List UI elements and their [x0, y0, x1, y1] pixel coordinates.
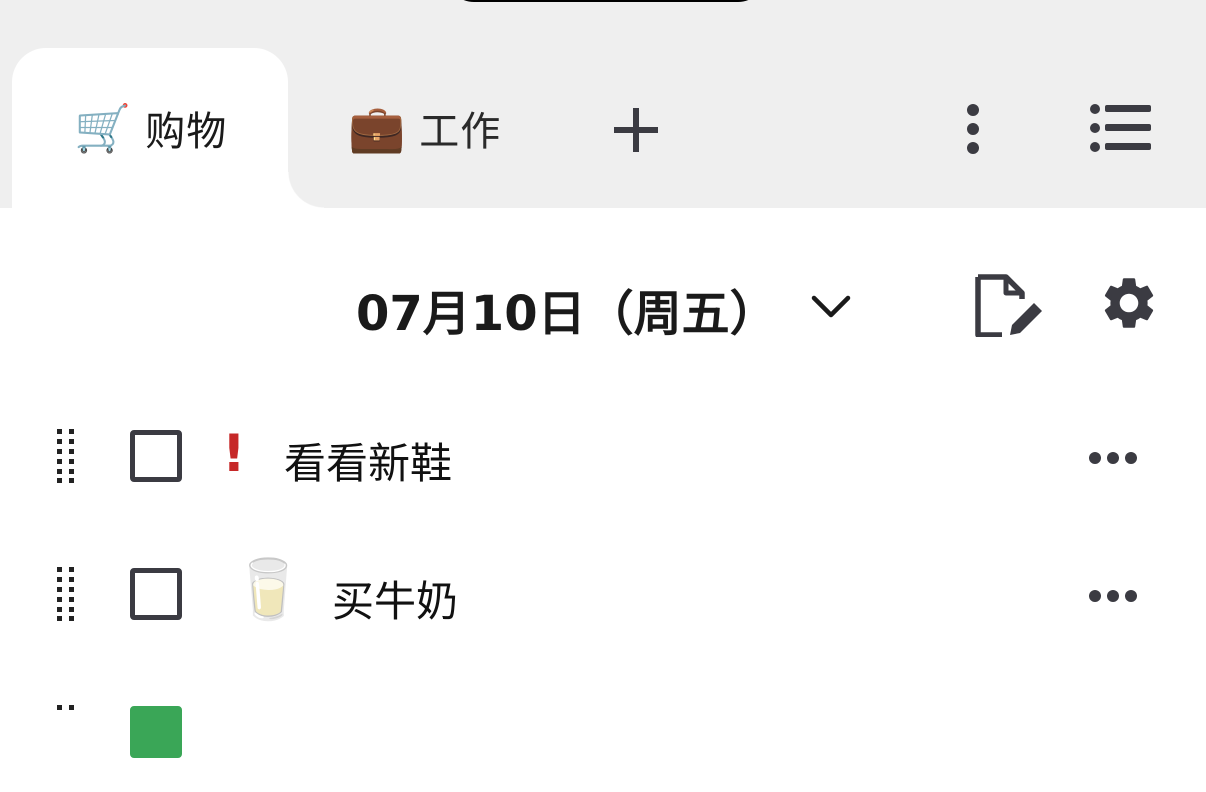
settings-button[interactable] — [1094, 268, 1164, 338]
date-label[interactable]: 07月10日（周五） — [356, 274, 778, 344]
device-notch — [446, 0, 766, 2]
task-row: 🥛 买牛奶 — [0, 534, 1206, 654]
date-dropdown-button[interactable] — [808, 284, 854, 330]
task-checkbox[interactable] — [130, 706, 182, 758]
more-vertical-icon — [967, 104, 979, 154]
more-horizontal-icon[interactable] — [1088, 448, 1138, 468]
list-view-button[interactable] — [1086, 100, 1154, 156]
tab-label: 工作 — [419, 109, 502, 155]
drag-handle-icon[interactable] — [56, 705, 76, 759]
more-horizontal-icon[interactable] — [1088, 586, 1138, 606]
add-tab-button[interactable] — [608, 102, 664, 158]
shopping-cart-icon: 🛒 — [74, 101, 132, 155]
task-checkbox[interactable] — [130, 568, 182, 620]
task-title[interactable]: 看看新鞋 — [284, 430, 452, 491]
tab-bar: 🛒 购物 💼 工作 — [0, 0, 1206, 208]
chevron-down-icon — [811, 295, 851, 318]
priority-mark: ! — [222, 424, 246, 484]
list-icon — [1090, 104, 1151, 152]
gear-icon — [1104, 278, 1154, 328]
briefcase-icon: 💼 — [348, 101, 406, 155]
date-header: 07月10日（周五） — [0, 266, 1206, 346]
tab-label: 购物 — [145, 109, 228, 155]
task-row — [0, 672, 1206, 792]
more-options-button[interactable] — [952, 98, 994, 160]
edit-note-button[interactable] — [970, 272, 1044, 338]
drag-handle-icon[interactable] — [56, 429, 76, 483]
tab-shopping[interactable]: 🛒 购物 — [12, 48, 324, 208]
task-list-panel: 07月10日（周五） ! 看看新鞋 🥛 买牛奶 — [0, 208, 1206, 758]
task-row: ! 看看新鞋 — [0, 396, 1206, 516]
task-title[interactable]: 买牛奶 — [332, 568, 458, 629]
plus-icon — [614, 108, 658, 152]
tab-work[interactable]: 💼 工作 — [346, 48, 546, 208]
edit-note-icon — [975, 274, 1042, 337]
milk-glass-icon: 🥛 — [232, 555, 305, 623]
task-checkbox[interactable] — [130, 430, 182, 482]
drag-handle-icon[interactable] — [56, 567, 76, 621]
